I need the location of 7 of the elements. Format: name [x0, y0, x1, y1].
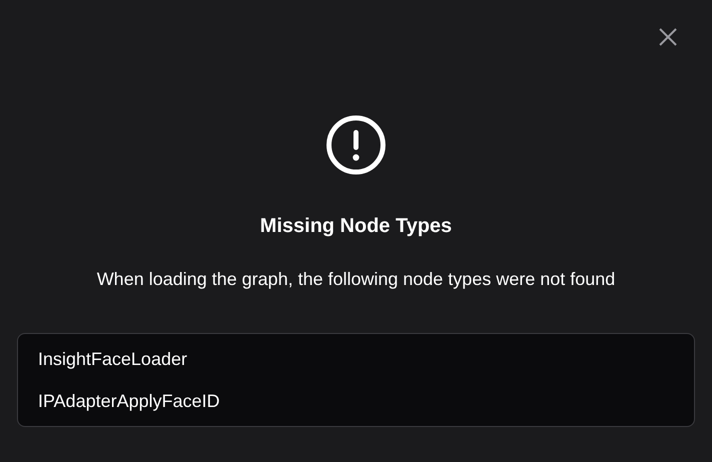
exclamation-icon	[326, 115, 386, 175]
close-icon	[659, 28, 677, 46]
close-button[interactable]	[657, 26, 679, 48]
node-type-name: InsightFaceLoader	[38, 348, 188, 370]
dialog-message: When loading the graph, the following node types were not found	[96, 268, 616, 290]
node-type-name: IPAdapterApplyFaceID	[38, 390, 220, 412]
dialog-title: Missing Node Types	[260, 214, 452, 238]
